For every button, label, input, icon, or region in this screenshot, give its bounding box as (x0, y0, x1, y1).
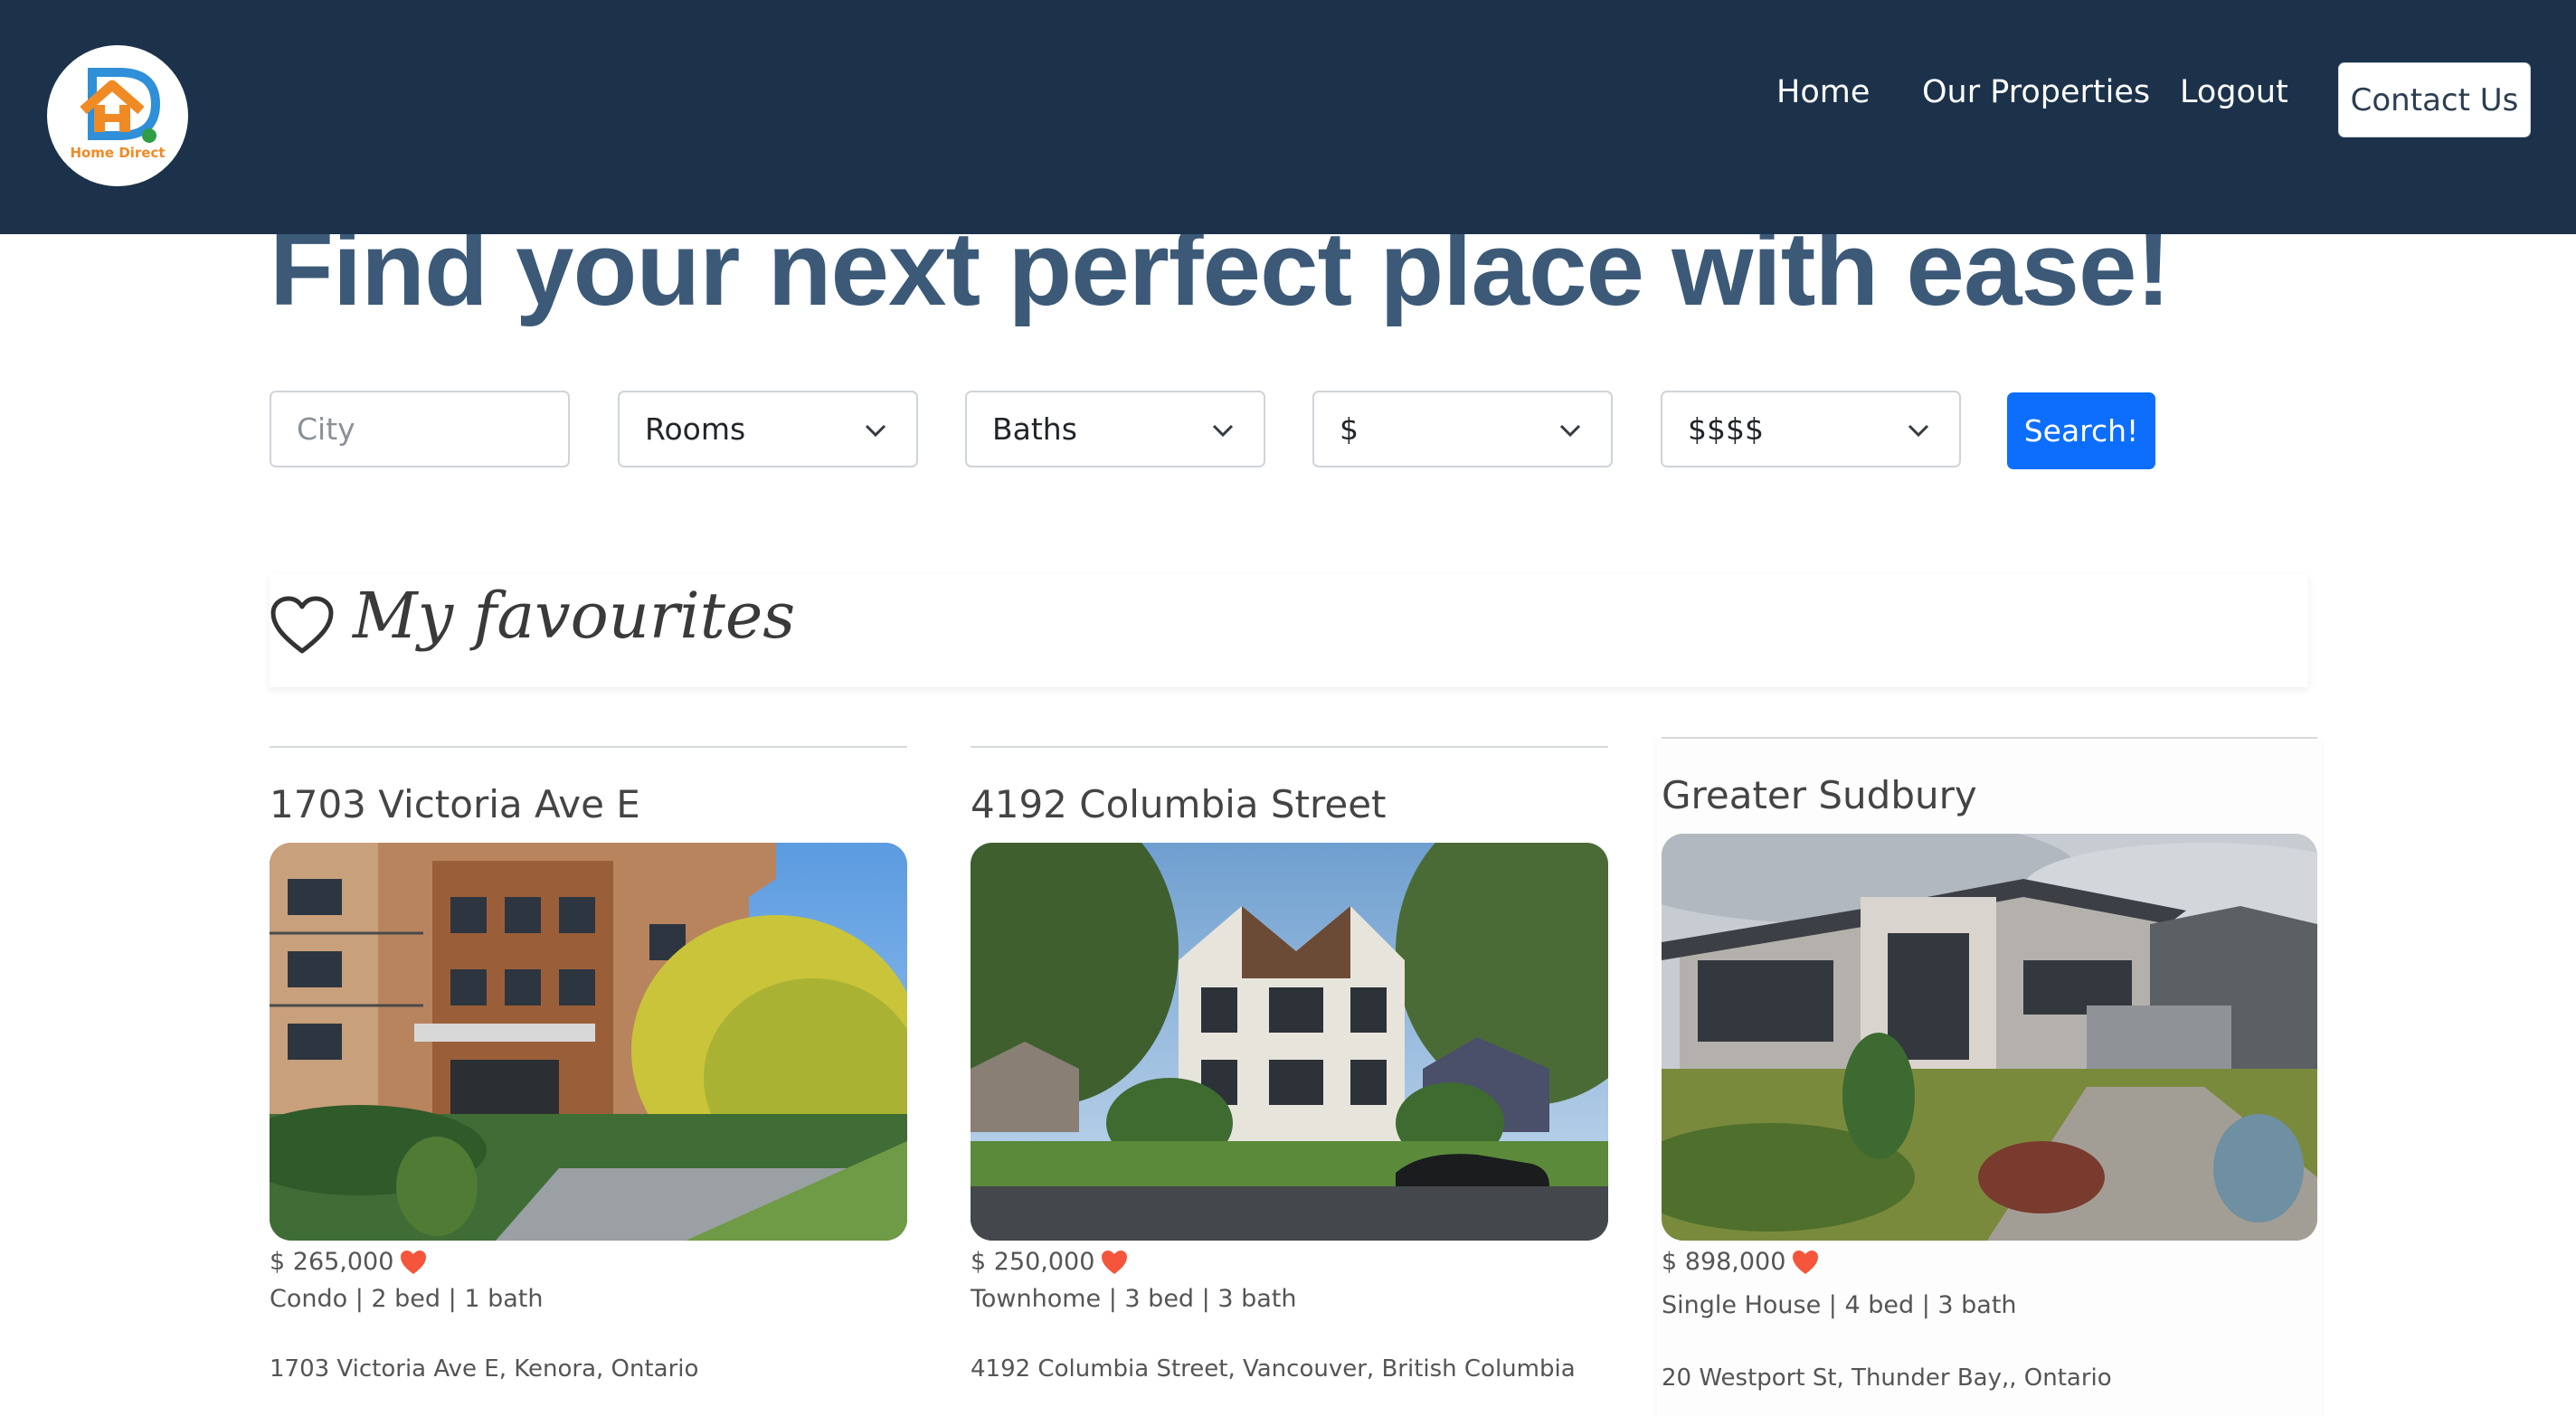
logo-text: Home Direct (70, 145, 166, 161)
property-details: Condo | 2 bed | 1 bath (270, 1285, 544, 1313)
baths-select[interactable]: Baths (965, 391, 1265, 467)
property-details: Single House | 4 bed | 3 bath (1662, 1291, 2017, 1319)
home-direct-logo[interactable]: Home Direct (47, 45, 188, 186)
nav-our-properties-link[interactable]: Our Properties (1922, 74, 2150, 110)
chevron-down-icon (865, 424, 886, 438)
property-details: Townhome | 3 bed | 3 bath (971, 1285, 1297, 1313)
property-photo[interactable] (1662, 834, 2317, 1241)
min-price-select-value: $ (1340, 411, 1359, 447)
chevron-down-icon (1559, 424, 1581, 438)
card-divider (971, 746, 1608, 748)
baths-select-value: Baths (992, 411, 1077, 447)
nav-home-link[interactable]: Home (1776, 74, 1870, 110)
heart-outline-icon (270, 596, 334, 654)
favourites-header: My favourites (270, 574, 2308, 687)
city-input[interactable]: City (270, 391, 570, 467)
contact-us-button[interactable]: Contact Us (2338, 62, 2531, 137)
property-address: 1703 Victoria Ave E, Kenora, Ontario (270, 1355, 699, 1383)
property-address: 4192 Columbia Street, Vancouver, British… (971, 1355, 1576, 1383)
property-photo[interactable] (270, 843, 907, 1241)
favorite-heart-icon[interactable] (399, 1249, 428, 1276)
favorite-heart-icon[interactable] (1791, 1249, 1820, 1276)
property-title[interactable]: 4192 Columbia Street (971, 782, 1387, 826)
rooms-select[interactable]: Rooms (618, 391, 918, 467)
card-divider (1662, 737, 2317, 739)
logo-house-icon (80, 68, 161, 143)
max-price-select-value: $$$$ (1688, 411, 1764, 447)
property-address: 20 Westport St, Thunder Bay,, Ontario (1662, 1364, 2112, 1392)
property-price: $ 265,000 (270, 1248, 428, 1276)
min-price-select[interactable]: $ (1312, 391, 1613, 467)
search-button[interactable]: Search! (2007, 392, 2155, 469)
property-title[interactable]: Greater Sudbury (1662, 773, 1977, 817)
price-value: $ 898,000 (1662, 1248, 1786, 1276)
chevron-down-icon (1212, 424, 1234, 438)
top-navbar: Home Direct Home Our Properties Logout C… (0, 0, 2576, 234)
property-price: $ 898,000 (1662, 1248, 1820, 1276)
max-price-select[interactable]: $$$$ (1661, 391, 1961, 467)
favourites-title: My favourites (353, 579, 796, 653)
card-divider (270, 746, 907, 748)
property-title[interactable]: 1703 Victoria Ave E (270, 782, 640, 826)
rooms-select-value: Rooms (645, 411, 746, 447)
nav-logout-link[interactable]: Logout (2180, 74, 2288, 110)
property-price: $ 250,000 (971, 1248, 1129, 1276)
property-photo[interactable] (971, 843, 1608, 1241)
chevron-down-icon (1908, 424, 1929, 438)
favorite-heart-icon[interactable] (1100, 1249, 1129, 1276)
price-value: $ 265,000 (270, 1248, 394, 1276)
price-value: $ 250,000 (971, 1248, 1095, 1276)
